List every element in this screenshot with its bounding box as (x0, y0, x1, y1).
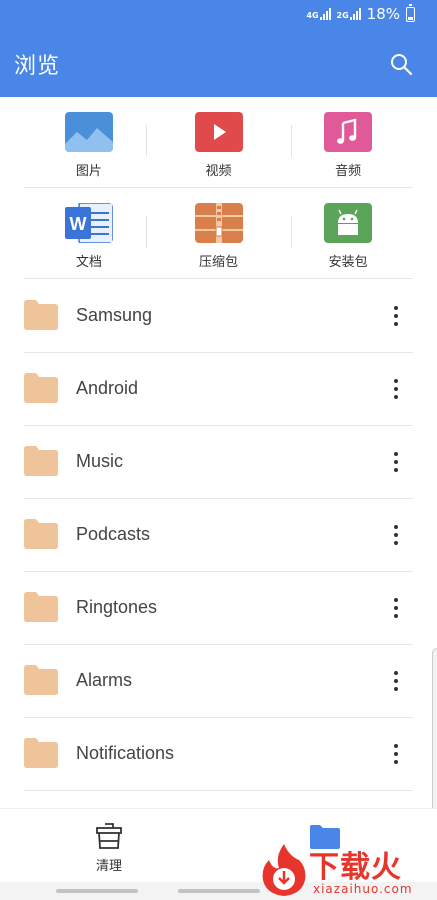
more-options-icon[interactable] (387, 378, 405, 400)
network-type-2g: 2G (336, 11, 349, 20)
broom-clean-icon (96, 823, 122, 849)
more-options-icon[interactable] (387, 743, 405, 765)
category-row-2: W 文档 压缩包 安装包 (24, 188, 413, 279)
signal-bars-icon (319, 8, 331, 20)
list-item[interactable]: Ringtones (24, 572, 413, 645)
more-options-icon[interactable] (387, 670, 405, 692)
nav-clean-label: 清理 (95, 859, 122, 874)
battery-percent: 18% (366, 5, 400, 23)
more-options-icon[interactable] (387, 524, 405, 546)
folder-icon (24, 519, 58, 549)
category-label: 文档 (75, 255, 102, 270)
network-type-4g: 4G (306, 11, 319, 20)
more-options-icon[interactable] (387, 597, 405, 619)
folder-icon (24, 738, 58, 768)
status-bar: 4G 2G 18% (0, 0, 437, 28)
svg-text:W: W (69, 214, 86, 234)
signal-group-2: 2G (337, 8, 361, 20)
folder-name: Samsung (76, 305, 153, 325)
gesture-handle[interactable] (56, 889, 138, 893)
list-item[interactable]: Alarms (24, 645, 413, 718)
list-item[interactable]: Music (24, 426, 413, 499)
category-apks[interactable]: 安装包 (283, 188, 413, 278)
folder-name: Podcasts (76, 524, 151, 544)
signal-bars-2-icon (349, 8, 361, 20)
image-icon (64, 112, 113, 152)
divider (291, 216, 292, 248)
music-note-icon (324, 112, 373, 152)
battery-icon (406, 3, 415, 22)
folder-icon (24, 373, 58, 403)
list-item[interactable]: Android (24, 353, 413, 426)
flame-logo-icon (262, 844, 306, 896)
divider (146, 216, 147, 248)
folder-icon (24, 446, 58, 476)
watermark-title: 下载火 (309, 850, 402, 885)
divider (146, 125, 147, 157)
folder-icon (24, 300, 58, 330)
category-videos[interactable]: 视频 (154, 97, 284, 187)
category-audio[interactable]: 音频 (283, 97, 413, 187)
divider (291, 125, 292, 157)
category-label: 视频 (205, 164, 232, 179)
list-item[interactable]: Notifications (24, 718, 413, 791)
category-label: 安装包 (328, 255, 368, 270)
nav-clean-button[interactable]: 清理 (72, 823, 146, 874)
folder-icon (24, 592, 58, 622)
android-apk-icon (324, 203, 373, 243)
category-row-1: 图片 视频 音频 (24, 97, 413, 188)
category-documents[interactable]: W 文档 (24, 188, 154, 278)
signal-group-1: 4G (306, 8, 331, 20)
folder-name: Android (76, 378, 139, 398)
word-document-icon: W (64, 203, 113, 243)
folder-name: Alarms (76, 670, 133, 690)
folder-icon (24, 665, 58, 695)
folder-name: Music (76, 451, 124, 471)
category-label: 压缩包 (199, 255, 239, 270)
folder-name: Ringtones (76, 597, 158, 617)
category-label: 图片 (75, 164, 102, 179)
list-item[interactable]: Podcasts (24, 499, 413, 572)
search-icon[interactable] (389, 52, 413, 76)
watermark: 下载火 xiazaihuo.com (257, 838, 437, 900)
archive-zip-icon (194, 203, 243, 243)
watermark-subtitle: xiazaihuo.com (313, 882, 413, 896)
folder-name: Notifications (76, 743, 175, 763)
video-play-icon (194, 112, 243, 152)
folder-list: Samsung Android Music Podcasts Ringtones (0, 280, 437, 791)
gesture-handle[interactable] (178, 889, 260, 893)
more-options-icon[interactable] (387, 305, 405, 327)
category-grid: 图片 视频 音频 W 文档 压缩包 安装包 (0, 97, 437, 279)
list-item[interactable]: Samsung (24, 280, 413, 353)
page-title: 浏览 (14, 54, 61, 79)
edge-panel-handle[interactable] (432, 648, 437, 828)
category-label: 音频 (335, 164, 362, 179)
category-archives[interactable]: 压缩包 (154, 188, 284, 278)
more-options-icon[interactable] (387, 451, 405, 473)
app-header: 浏览 (0, 28, 437, 97)
status-indicators: 4G 2G 18% (306, 3, 415, 23)
category-images[interactable]: 图片 (24, 97, 154, 187)
